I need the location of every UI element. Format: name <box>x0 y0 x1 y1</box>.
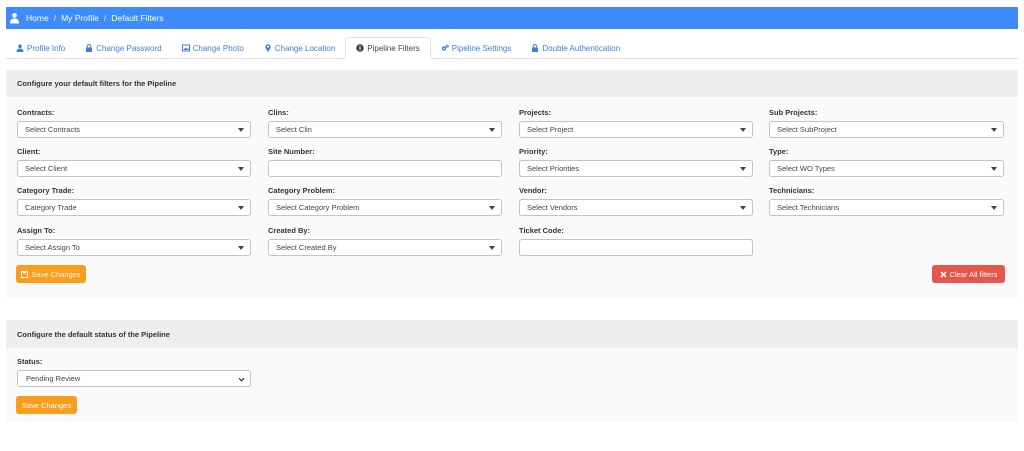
site-number-label: Site Number: <box>268 147 315 156</box>
ticket-code-input[interactable] <box>519 239 753 256</box>
user-icon <box>9 13 20 24</box>
created-by-select[interactable]: Select Created By <box>268 239 502 256</box>
breadcrumb-my-profile-link[interactable]: My Profile <box>61 13 99 23</box>
lock-icon <box>532 44 539 52</box>
save-filters-button[interactable]: Save Changes <box>16 265 86 283</box>
breadcrumb-separator: / <box>103 13 107 23</box>
caret-down-icon <box>740 128 746 132</box>
gears-icon <box>441 44 449 51</box>
status-label: Status: <box>17 357 43 366</box>
filters-panel: Configure your default filters for the P… <box>6 70 1018 298</box>
tab-pipeline-filters[interactable]: Pipeline Filters <box>345 37 431 59</box>
profile-tabs: Profile Info Change Password Change Phot… <box>6 37 1018 59</box>
caret-down-icon <box>740 206 746 210</box>
tab-label: Pipeline Settings <box>451 43 512 53</box>
type-label: Type: <box>769 147 789 156</box>
tab-label: Change Password <box>96 43 162 53</box>
client-select[interactable]: Select Client <box>17 160 251 177</box>
tab-label: Double Authentication <box>542 43 621 53</box>
caret-down-icon <box>740 167 746 171</box>
ticket-code-label: Ticket Code: <box>519 226 564 235</box>
tab-label: Change Photo <box>192 43 244 53</box>
tab-profile-info[interactable]: Profile Info <box>6 37 75 59</box>
caret-down-icon <box>991 206 997 210</box>
projects-select[interactable]: Select Project <box>519 121 753 138</box>
caret-down-icon <box>238 167 244 171</box>
caret-down-icon <box>238 246 244 250</box>
assign-to-select[interactable]: Select Assign To <box>17 239 251 256</box>
info-circle-icon <box>356 44 365 52</box>
client-label: Client: <box>17 147 41 156</box>
clins-select[interactable]: Select Clin <box>268 121 502 138</box>
vendor-label: Vendor: <box>519 186 547 195</box>
caret-down-icon <box>489 128 495 132</box>
projects-label: Projects: <box>519 108 552 117</box>
tab-change-password[interactable]: Change Password <box>75 37 171 59</box>
tab-label: Profile Info <box>27 43 66 53</box>
image-icon <box>181 44 190 52</box>
caret-down-icon <box>991 128 997 132</box>
breadcrumb-separator: / <box>53 13 57 23</box>
assign-to-label: Assign To: <box>17 226 56 235</box>
close-icon <box>939 270 947 278</box>
breadcrumb-current: Default Filters <box>111 13 164 23</box>
caret-down-icon <box>489 246 495 250</box>
category-problem-label: Category Problem: <box>268 186 336 195</box>
lock-icon <box>86 44 93 52</box>
priority-label: Priority: <box>519 147 548 156</box>
contracts-select[interactable]: Select Contracts <box>17 121 251 138</box>
caret-down-icon <box>991 167 997 171</box>
site-number-input[interactable] <box>268 160 502 177</box>
map-marker-icon <box>265 44 271 52</box>
tab-change-location[interactable]: Change Location <box>254 37 346 59</box>
tab-label: Pipeline Filters <box>367 43 420 53</box>
breadcrumb: Home / My Profile / Default Filters <box>6 7 1018 29</box>
category-trade-label: Category Trade: <box>17 186 75 195</box>
tab-change-photo[interactable]: Change Photo <box>172 37 254 59</box>
save-icon <box>21 270 29 278</box>
contracts-label: Contracts: <box>17 108 55 117</box>
sub-projects-label: Sub Projects: <box>769 108 818 117</box>
filters-panel-title: Configure your default filters for the P… <box>6 70 1018 97</box>
tab-label: Change Location <box>274 43 336 53</box>
tab-double-authentication[interactable]: Double Authentication <box>521 37 630 59</box>
category-trade-select[interactable]: Category Trade <box>17 199 251 216</box>
status-panel-title: Configure the default status of the Pipe… <box>6 320 1018 348</box>
clear-all-filters-button[interactable]: Clear All filters <box>932 265 1005 283</box>
created-by-label: Created By: <box>268 226 311 235</box>
tab-pipeline-settings[interactable]: Pipeline Settings <box>431 37 522 59</box>
save-status-button[interactable]: Save Changes <box>16 396 77 414</box>
status-select[interactable]: Pending Review <box>17 370 251 387</box>
technicians-select[interactable]: Select Technicians <box>769 199 1004 216</box>
type-select[interactable]: Select WO Types <box>769 160 1004 177</box>
chevron-down-icon <box>238 377 245 382</box>
sub-projects-select[interactable]: Select SubProject <box>769 121 1004 138</box>
technicians-label: Technicians: <box>769 186 815 195</box>
caret-down-icon <box>238 128 244 132</box>
caret-down-icon <box>489 206 495 210</box>
priority-select[interactable]: Select Priorities <box>519 160 753 177</box>
caret-down-icon <box>238 206 244 210</box>
breadcrumb-home-link[interactable]: Home <box>26 13 49 23</box>
user-icon <box>16 44 24 52</box>
category-problem-select[interactable]: Select Category Problem <box>268 199 502 216</box>
clins-label: Clins: <box>268 108 289 117</box>
vendor-select[interactable]: Select Vendors <box>519 199 753 216</box>
